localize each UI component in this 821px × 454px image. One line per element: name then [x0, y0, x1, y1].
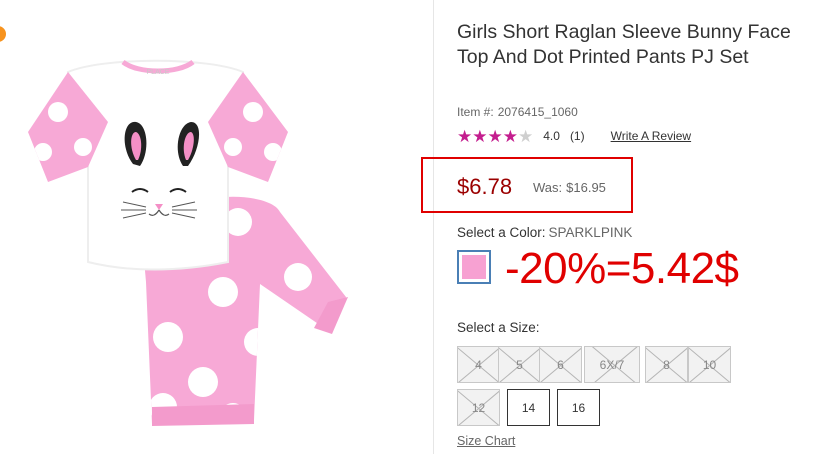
- current-price: $6.78: [457, 174, 513, 199]
- product-image: PLACE: [28, 59, 348, 426]
- size-option-4[interactable]: 4: [457, 346, 500, 383]
- item-number-value: 2076415_1060: [497, 105, 578, 119]
- size-option-label: 10: [702, 357, 717, 372]
- size-option-16[interactable]: 16: [557, 389, 600, 426]
- size-option-8[interactable]: 8: [645, 346, 688, 383]
- size-option-12[interactable]: 12: [457, 389, 500, 426]
- product-title: Girls Short Raglan Sleeve Bunny Face Top…: [457, 21, 791, 68]
- color-swatch-sparklpink[interactable]: [457, 250, 491, 284]
- size-option-6[interactable]: 6: [539, 346, 582, 383]
- star-empty-icon: ★: [518, 126, 534, 146]
- discount-annotation: -20%=5.42$: [505, 244, 739, 293]
- star-filled-icon: ★: [502, 126, 518, 146]
- star-filled-icon: ★: [487, 126, 503, 146]
- star-rating: ★ ★ ★ ★ ★: [457, 128, 533, 145]
- size-option-10[interactable]: 10: [688, 346, 731, 383]
- size-option-label: 14: [521, 400, 536, 415]
- size-option-label: 12: [471, 400, 486, 415]
- item-number: Item #: 2076415_1060: [457, 105, 578, 119]
- size-option-5[interactable]: 5: [498, 346, 541, 383]
- size-option-label: 4: [475, 357, 482, 372]
- was-price-value: $16.95: [566, 180, 606, 195]
- size-selector-label: Select a Size:: [457, 320, 540, 335]
- rating-value: 4.0: [543, 129, 560, 143]
- size-option-14[interactable]: 14: [507, 389, 550, 426]
- selected-color-name: SPARKLPINK: [548, 225, 633, 240]
- was-price-label: Was:: [533, 180, 563, 195]
- star-filled-icon: ★: [457, 126, 473, 146]
- swatch-fill: [462, 255, 486, 279]
- size-option-label: 6X/7: [599, 357, 625, 372]
- color-selector-label: Select a Color: SPARKLPINK: [457, 225, 632, 240]
- rating-row: ★ ★ ★ ★ ★ 4.0 (1) Write A Review: [457, 127, 691, 145]
- size-option-label: 5: [516, 357, 523, 372]
- size-option-label: 16: [571, 400, 586, 415]
- size-option-label: 8: [663, 357, 670, 372]
- star-filled-icon: ★: [472, 126, 488, 146]
- was-price: Was: $16.95: [533, 180, 606, 195]
- color-label-text: Select a Color:: [457, 225, 546, 240]
- item-number-label: Item #:: [457, 105, 494, 119]
- svg-text:PLACE: PLACE: [147, 69, 170, 76]
- size-option-label: 6: [557, 357, 564, 372]
- orange-badge-icon: [0, 26, 6, 42]
- review-count[interactable]: (1): [570, 129, 585, 143]
- size-chart-link[interactable]: Size Chart: [457, 434, 515, 448]
- write-review-link[interactable]: Write A Review: [611, 129, 691, 143]
- size-option-6x7[interactable]: 6X/7: [584, 346, 640, 383]
- column-divider: [433, 0, 434, 454]
